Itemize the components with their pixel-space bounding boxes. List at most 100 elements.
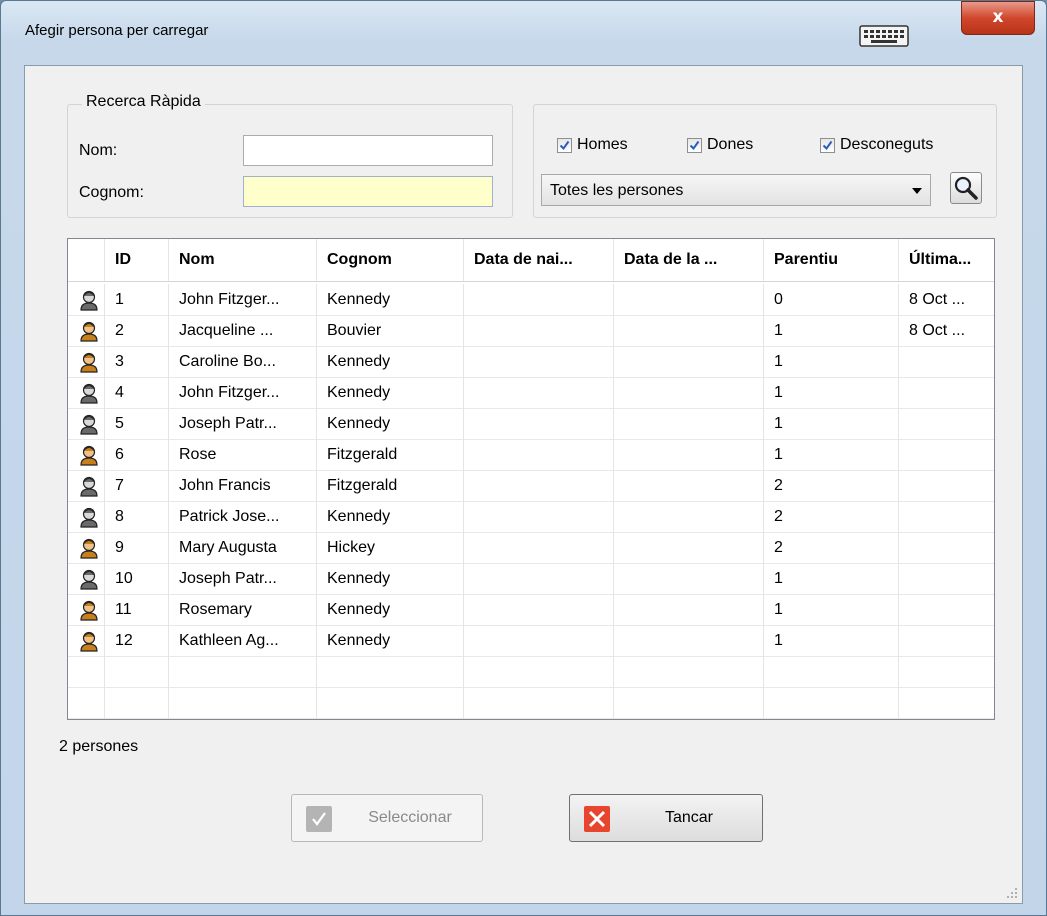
cell-last-modified (899, 625, 994, 656)
male-icon (78, 568, 100, 590)
column-header-icon[interactable] (68, 239, 105, 281)
cell-id: 5 (105, 408, 169, 439)
cell-relationship (764, 687, 899, 718)
table-row[interactable]: 8 Patrick Jose... Kennedy 2 (68, 501, 994, 533)
cell-surname: Kennedy (317, 377, 464, 408)
cell-icon (68, 408, 105, 439)
name-input[interactable] (243, 135, 493, 166)
cell-id: 6 (105, 439, 169, 470)
cell-last-modified (899, 656, 994, 687)
cell-name: Kathleen Ag... (169, 625, 317, 656)
search-button[interactable] (950, 172, 982, 204)
cell-relationship: 1 (764, 594, 899, 625)
checkbox-women-box[interactable] (687, 137, 702, 153)
cell-icon (68, 284, 105, 315)
cell-relationship: 1 (764, 346, 899, 377)
cell-birth-date (464, 532, 614, 563)
cell-icon (68, 563, 105, 594)
cell-death-date (614, 656, 764, 687)
column-header-id[interactable]: ID (105, 239, 169, 281)
unknown-label: Desconeguts (840, 136, 934, 153)
title-bar[interactable]: Afegir persona per carregar x (1, 1, 1046, 65)
cell-icon (68, 625, 105, 656)
cell-icon (68, 687, 105, 718)
cell-name: John Francis (169, 470, 317, 501)
resize-grip-icon[interactable] (1006, 887, 1018, 899)
cell-id: 2 (105, 315, 169, 346)
male-icon (78, 382, 100, 404)
table-row[interactable]: 6 Rose Fitzgerald 1 (68, 439, 994, 471)
cell-relationship: 1 (764, 315, 899, 346)
cell-birth-date (464, 408, 614, 439)
column-header-surname[interactable]: Cognom (317, 239, 464, 281)
select-button[interactable]: Seleccionar (291, 794, 483, 842)
cell-birth-date (464, 439, 614, 470)
column-header-last-modified[interactable]: Última... (899, 239, 994, 281)
table-row[interactable]: 1 John Fitzger... Kennedy 0 8 Oct ... (68, 284, 994, 316)
table-row[interactable]: 7 John Francis Fitzgerald 2 (68, 470, 994, 502)
table-row[interactable]: 9 Mary Augusta Hickey 2 (68, 532, 994, 564)
table-row[interactable]: 10 Joseph Patr... Kennedy 1 (68, 563, 994, 595)
table-row (68, 687, 994, 719)
keyboard-icon[interactable] (859, 25, 909, 47)
unknown-checkbox[interactable]: Desconeguts (820, 136, 933, 154)
cell-death-date (614, 625, 764, 656)
cell-id: 7 (105, 470, 169, 501)
close-button[interactable]: Tancar (569, 794, 763, 842)
cell-relationship: 1 (764, 377, 899, 408)
surname-input[interactable] (243, 176, 493, 207)
table-row[interactable]: 3 Caroline Bo... Kennedy 1 (68, 346, 994, 378)
cell-icon (68, 439, 105, 470)
table-row[interactable]: 11 Rosemary Kennedy 1 (68, 594, 994, 626)
chevron-down-icon (912, 188, 922, 194)
cell-surname: Kennedy (317, 501, 464, 532)
cell-surname: Kennedy (317, 408, 464, 439)
cell-surname: Hickey (317, 532, 464, 563)
column-header-relationship[interactable]: Parentiu (764, 239, 899, 281)
cell-name: John Fitzger... (169, 284, 317, 315)
cell-relationship: 1 (764, 439, 899, 470)
cell-last-modified (899, 470, 994, 501)
cell-id: 4 (105, 377, 169, 408)
column-header-name[interactable]: Nom (169, 239, 317, 281)
column-header-death-date[interactable]: Data de la ... (614, 239, 764, 281)
cell-name (169, 687, 317, 718)
cell-icon (68, 594, 105, 625)
surname-label: Cognom: (79, 184, 144, 201)
people-count: 2 persones (59, 738, 139, 755)
table-row[interactable]: 4 John Fitzger... Kennedy 1 (68, 377, 994, 409)
women-checkbox[interactable]: Dones (687, 136, 753, 154)
name-label: Nom: (79, 142, 118, 159)
cell-last-modified (899, 687, 994, 718)
table-row[interactable]: 5 Joseph Patr... Kennedy 1 (68, 408, 994, 440)
cell-death-date (614, 687, 764, 718)
cell-id: 11 (105, 594, 169, 625)
column-header-birth-date[interactable]: Data de nai... (464, 239, 614, 281)
cell-icon (68, 532, 105, 563)
cell-surname: Fitzgerald (317, 470, 464, 501)
cell-relationship: 1 (764, 625, 899, 656)
cell-death-date (614, 346, 764, 377)
people-table[interactable]: ID Nom Cognom Data de nai... Data de la … (67, 238, 995, 720)
cell-icon (68, 656, 105, 687)
cell-name: Mary Augusta (169, 532, 317, 563)
cell-death-date (614, 532, 764, 563)
men-checkbox[interactable]: Homes (557, 136, 628, 154)
cell-name: Rose (169, 439, 317, 470)
people-filter-select[interactable]: Totes les persones (541, 174, 931, 206)
cell-last-modified (899, 532, 994, 563)
table-row[interactable]: 12 Kathleen Ag... Kennedy 1 (68, 625, 994, 657)
cell-relationship (764, 656, 899, 687)
close-icon: x (992, 7, 1004, 27)
table-row[interactable]: 2 Jacqueline ... Bouvier 1 8 Oct ... (68, 315, 994, 347)
female-icon (78, 599, 100, 621)
checkbox-unknown-box[interactable] (820, 137, 835, 153)
cell-last-modified (899, 439, 994, 470)
checkbox-men-box[interactable] (557, 137, 572, 153)
female-icon (78, 630, 100, 652)
select-button-label: Seleccionar (368, 809, 452, 826)
cell-relationship: 2 (764, 501, 899, 532)
close-button-label: Tancar (664, 809, 714, 826)
close-window-button[interactable]: x (961, 1, 1035, 35)
cell-icon (68, 377, 105, 408)
